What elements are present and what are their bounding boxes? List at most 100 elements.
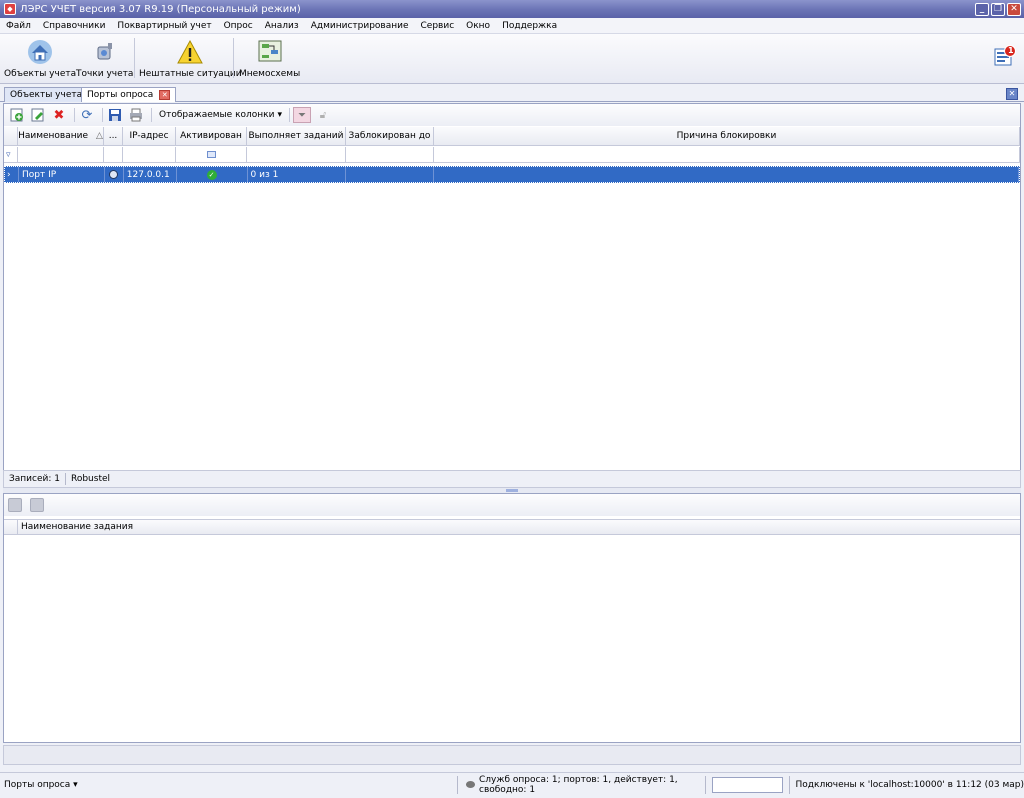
- sort-asc-icon: △: [96, 131, 103, 141]
- checkbox-filter-icon: [206, 151, 216, 158]
- notification-count: 1: [1008, 46, 1014, 55]
- header-activated[interactable]: Активирован: [176, 127, 247, 145]
- menu-support[interactable]: Поддержка: [496, 21, 563, 31]
- lower-status: [3, 745, 1021, 765]
- menu-administration[interactable]: Администрирование: [305, 21, 415, 31]
- print-icon: [130, 108, 142, 122]
- meter-icon: [91, 38, 119, 66]
- lock-button[interactable]: 🔓︎: [314, 107, 332, 123]
- title-bar: ◆ ЛЭРС УЧЕТ версия 3.07 R9.19 (Персональ…: [0, 0, 1024, 18]
- cell-blocked-until: [346, 167, 435, 182]
- lock-icon: 🔓︎: [319, 109, 327, 121]
- add-task-icon[interactable]: [8, 498, 22, 512]
- stop-task-icon[interactable]: [30, 498, 44, 512]
- ports-panel: ✖ ⟳ Отображаемые колонки ▾ ⏷ 🔓︎ Наименова…: [3, 103, 1021, 488]
- header-block-reason[interactable]: Причина блокировки: [434, 127, 1020, 145]
- filter-ip[interactable]: [123, 147, 176, 162]
- print-button[interactable]: [127, 107, 145, 123]
- port-icon: [109, 170, 119, 179]
- header-ip[interactable]: IP-адрес: [123, 127, 176, 145]
- close-button[interactable]: ✕: [1007, 2, 1021, 16]
- filter-block-reason[interactable]: [434, 147, 1020, 162]
- save-button[interactable]: [106, 107, 124, 123]
- row-indicator-icon: ›: [5, 167, 19, 182]
- header-more[interactable]: ...: [104, 127, 123, 145]
- filter-icon[interactable]: ▿: [4, 147, 18, 162]
- menu-file[interactable]: Файл: [0, 21, 37, 31]
- tab-poll-ports[interactable]: Порты опроса ✕: [81, 87, 177, 102]
- check-icon: ✓: [206, 169, 217, 180]
- menu-window[interactable]: Окно: [460, 21, 496, 31]
- cell-block-reason: [434, 167, 1020, 182]
- header-indicator: [4, 127, 18, 145]
- menu-analysis[interactable]: Анализ: [259, 21, 305, 31]
- dropdown-arrow-icon: ▾: [277, 110, 282, 120]
- records-status: Записей: 1 Robustel: [3, 470, 1021, 488]
- menu-apartment-accounting[interactable]: Поквартирный учет: [111, 21, 217, 31]
- delete-button[interactable]: ✖: [50, 107, 68, 123]
- filter-icon: ⏷: [297, 109, 306, 121]
- progress-box: [711, 776, 783, 793]
- view-selector[interactable]: Порты опроса ▾: [0, 780, 457, 790]
- notifications-button[interactable]: 1: [994, 45, 1016, 67]
- tasks-toolbar: [4, 494, 1020, 516]
- add-button[interactable]: [8, 107, 26, 123]
- dropdown-arrow-icon: ▾: [70, 779, 78, 790]
- header-task-name[interactable]: Наименование задания: [18, 520, 133, 534]
- house-icon: [26, 38, 54, 66]
- refresh-icon: ⟳: [81, 107, 93, 123]
- save-icon: [109, 109, 121, 121]
- cell-activated: ✓: [177, 167, 248, 182]
- refresh-button[interactable]: ⟳: [78, 107, 96, 123]
- table-row[interactable]: › Порт IP 127.0.0.1 ✓ 0 из 1: [4, 166, 1020, 183]
- toolbar-separator: [102, 108, 103, 122]
- cell-ip: 127.0.0.1: [124, 167, 177, 182]
- service-icon: [465, 781, 475, 788]
- splitter-grip[interactable]: [506, 489, 518, 492]
- pane-close-icon[interactable]: ✕: [1006, 88, 1018, 100]
- cell-name: Порт IP: [19, 167, 105, 182]
- ribbon: Объекты учета Точки учета Нештатные ситу…: [0, 34, 1024, 84]
- columns-dropdown[interactable]: Отображаемые колонки ▾: [155, 110, 286, 120]
- connection-status: Подключены к 'localhost:10000' в 11:12 (…: [795, 779, 1024, 790]
- tab-bar: Объекты учета Порты опроса ✕: [0, 86, 1024, 102]
- menu-bar: Файл Справочники Поквартирный учет Опрос…: [0, 18, 1024, 34]
- ribbon-separator: [134, 38, 135, 78]
- filter-blocked-until[interactable]: [346, 147, 434, 162]
- filter-more[interactable]: [104, 147, 123, 162]
- header-blocked-until[interactable]: Заблокирован до: [346, 127, 434, 145]
- menu-service[interactable]: Сервис: [415, 21, 461, 31]
- filter-activated[interactable]: [176, 147, 247, 162]
- menu-references[interactable]: Справочники: [37, 21, 112, 31]
- grid-header: Наименование △ ... IP-адрес Активирован В…: [4, 127, 1020, 146]
- header-tasks[interactable]: Выполняет заданий: [247, 127, 346, 145]
- service-status: Служб опроса: 1; портов: 1, действует: 1…: [458, 775, 705, 795]
- cell-more[interactable]: [105, 167, 124, 182]
- tasks-grid-header: Наименование задания: [4, 519, 1020, 535]
- warning-icon: [176, 38, 204, 66]
- objects-button[interactable]: Объекты учета: [4, 38, 76, 82]
- points-button[interactable]: Точки учета: [76, 38, 133, 82]
- add-icon: [10, 108, 23, 122]
- tab-close-icon[interactable]: ✕: [159, 90, 171, 100]
- delete-icon: ✖: [53, 107, 65, 123]
- toolbar-separator: [74, 108, 75, 122]
- cell-tasks: 0 из 1: [248, 167, 347, 182]
- app-icon[interactable]: ◆: [4, 3, 16, 15]
- diagram-icon: [256, 38, 284, 66]
- toolbar-separator: [288, 108, 290, 122]
- filter-button[interactable]: ⏷: [292, 107, 311, 123]
- filter-tasks[interactable]: [247, 147, 346, 162]
- menu-poll[interactable]: Опрос: [218, 21, 259, 31]
- tab-objects[interactable]: Объекты учета: [4, 87, 89, 102]
- header-name[interactable]: Наименование △: [18, 127, 104, 145]
- status-divider: [704, 775, 706, 794]
- restore-button[interactable]: ❐: [991, 2, 1005, 16]
- emergency-button[interactable]: Нештатные ситуации: [139, 38, 242, 82]
- toolbar-separator: [151, 108, 152, 122]
- records-count: Записей: 1: [9, 474, 60, 484]
- filter-name[interactable]: [18, 147, 104, 162]
- minimize-button[interactable]: _: [975, 2, 989, 16]
- edit-button[interactable]: [29, 107, 47, 123]
- mnemonic-button[interactable]: Мнемосхемы: [239, 38, 300, 82]
